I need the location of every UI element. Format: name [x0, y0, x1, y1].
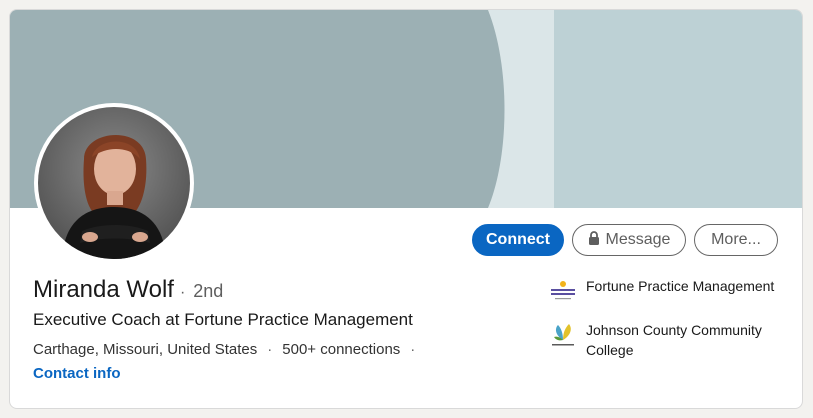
profile-photo	[38, 107, 190, 259]
org-name: Fortune Practice Management	[586, 278, 775, 294]
org-name: Johnson County Community College	[586, 322, 762, 358]
org-item-fortune-practice-management[interactable]: Fortune Practice Management	[548, 276, 788, 306]
org-item-johnson-county-community-college[interactable]: Johnson County Community College	[548, 320, 788, 360]
fortune-practice-management-logo-icon	[548, 276, 578, 306]
separator-dot: ·	[267, 341, 273, 358]
profile-actions: Connect Message More...	[472, 224, 778, 256]
connect-button[interactable]: Connect	[472, 224, 564, 256]
lock-icon	[588, 230, 600, 250]
profile-name: Miranda Wolf	[33, 276, 174, 303]
profile-meta: Carthage, Missouri, United States · 500+…	[33, 341, 425, 358]
more-button[interactable]: More...	[694, 224, 778, 256]
message-button-label: Message	[605, 231, 671, 248]
connect-button-label: Connect	[486, 231, 550, 248]
profile-headline: Executive Coach at Fortune Practice Mana…	[33, 310, 413, 329]
more-button-label: More...	[711, 231, 761, 248]
profile-location: Carthage, Missouri, United States	[33, 341, 258, 358]
message-button[interactable]: Message	[572, 224, 686, 256]
profile-card: Connect Message More... Miranda Wolf · 2…	[9, 9, 803, 409]
johnson-county-community-college-logo-icon	[548, 320, 578, 350]
organizations-list: Fortune Practice Management Johnson Coun…	[548, 276, 788, 374]
profile-avatar[interactable]	[34, 103, 194, 263]
connection-degree: 2nd	[193, 281, 224, 301]
name-row: Miranda Wolf · 2nd	[33, 276, 223, 304]
connections-count[interactable]: 500+ connections	[282, 341, 400, 358]
separator-dot: ·	[179, 284, 186, 301]
separator-dot: ·	[410, 341, 416, 358]
contact-info-link[interactable]: Contact info	[33, 365, 121, 382]
